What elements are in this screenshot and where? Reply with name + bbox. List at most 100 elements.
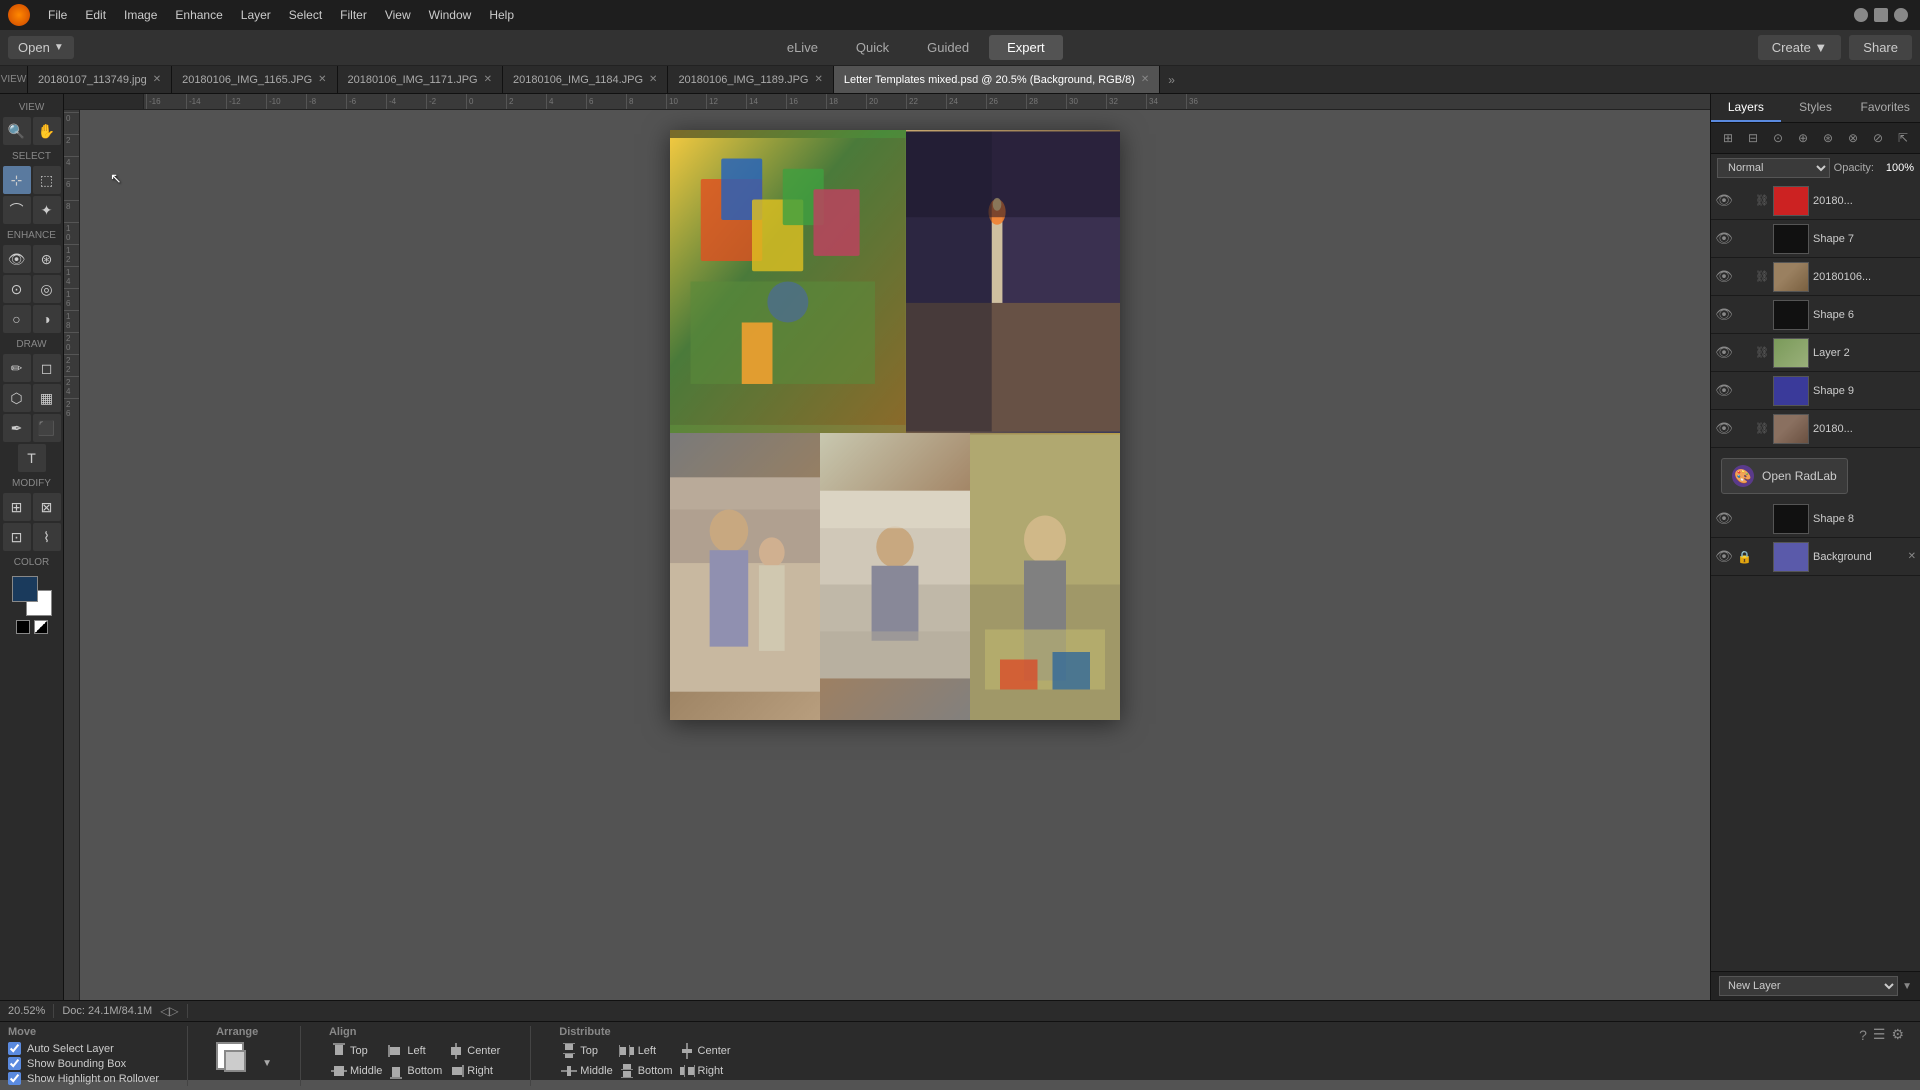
mode-elive[interactable]: eLive (769, 35, 836, 60)
tab-0-close[interactable]: ✕ (153, 74, 161, 85)
minimize-btn[interactable] (1854, 8, 1868, 22)
paint-bucket-tool[interactable]: ⬡ (3, 384, 31, 412)
tab-favorites[interactable]: Favorites (1850, 94, 1920, 122)
tab-0[interactable]: 20180107_113749.jpg ✕ (28, 66, 172, 94)
layer-3-visibility-icon[interactable]: 👁 (1715, 306, 1733, 323)
layer-item-8[interactable]: 👁 🔒 Background ✕ (1711, 538, 1920, 576)
blend-mode-dropdown[interactable]: Normal (1717, 158, 1830, 178)
dist-middle-btn[interactable]: Middle (559, 1062, 614, 1080)
layer-item-4[interactable]: 👁 ⛓ Layer 2 (1711, 334, 1920, 372)
layer-1-visibility-icon[interactable]: 👁 (1715, 230, 1733, 247)
crop-tool[interactable]: ⊞ (3, 493, 31, 521)
settings-icon[interactable]: ⚙ (1891, 1026, 1904, 1043)
new-layer-dropdown[interactable]: New Layer (1719, 976, 1898, 996)
mode-quick[interactable]: Quick (838, 35, 907, 60)
lasso-tool[interactable]: ⌒ (3, 196, 31, 224)
menu-enhance[interactable]: Enhance (167, 4, 230, 26)
menu-help[interactable]: Help (481, 4, 522, 26)
panel-tool-6[interactable]: ⊗ (1842, 127, 1864, 149)
layer-0-visibility-icon[interactable]: 👁 (1715, 192, 1733, 209)
tab-2[interactable]: 20180106_IMG_1171.JPG ✕ (338, 66, 503, 94)
align-right-btn[interactable]: Right (446, 1062, 502, 1080)
layer-8-visibility-icon[interactable]: 👁 (1715, 548, 1733, 565)
arrange-chevron-icon[interactable]: ▼ (262, 1058, 272, 1069)
menu-edit[interactable]: Edit (77, 4, 114, 26)
menu-select[interactable]: Select (281, 4, 330, 26)
menu-window[interactable]: Window (421, 4, 480, 26)
layer-4-visibility-icon[interactable]: 👁 (1715, 344, 1733, 361)
panel-tool-4[interactable]: ⊕ (1792, 127, 1814, 149)
foreground-color-swatch[interactable] (12, 576, 38, 602)
align-center-h-btn[interactable]: Center (446, 1042, 502, 1060)
tab-5[interactable]: Letter Templates mixed.psd @ 20.5% (Back… (834, 66, 1160, 94)
gradient-tool[interactable]: ▦ (33, 384, 61, 412)
dist-center-btn[interactable]: Center (677, 1042, 733, 1060)
show-bounding-checkbox[interactable] (8, 1057, 21, 1070)
menu-image[interactable]: Image (116, 4, 165, 26)
recompose-tool[interactable]: ⊠ (33, 493, 61, 521)
tab-styles[interactable]: Styles (1781, 94, 1851, 122)
layer-item-1[interactable]: 👁 Shape 7 (1711, 220, 1920, 258)
tab-1-close[interactable]: ✕ (318, 74, 326, 85)
mode-expert[interactable]: Expert (989, 35, 1063, 60)
new-layer-chevron-icon[interactable]: ▼ (1902, 981, 1912, 992)
layer-item-5[interactable]: 👁 Shape 9 (1711, 372, 1920, 410)
panel-tool-7[interactable]: ⊘ (1867, 127, 1889, 149)
sponge-tool[interactable]: ○ (3, 305, 31, 333)
layer-item-2[interactable]: 👁 ⛓ 20180106... (1711, 258, 1920, 296)
swap-colors-icon[interactable] (34, 620, 48, 634)
dodge-tool[interactable]: ◑ (33, 305, 61, 333)
layer-item-0[interactable]: 👁 ⛓ 20180... (1711, 182, 1920, 220)
blur-tool[interactable]: ◎ (33, 275, 61, 303)
pattern-tool[interactable]: ⬛ (33, 414, 61, 442)
layer-5-visibility-icon[interactable]: 👁 (1715, 382, 1733, 399)
marquee-tool[interactable]: ⬚ (33, 166, 61, 194)
red-eye-tool[interactable]: 👁 (3, 245, 31, 273)
align-left-btn[interactable]: Left (386, 1042, 444, 1060)
layer-2-visibility-icon[interactable]: 👁 (1715, 268, 1733, 285)
menu-filter[interactable]: Filter (332, 4, 375, 26)
menu-layer[interactable]: Layer (233, 4, 279, 26)
straighten-tool[interactable]: ⌇ (33, 523, 61, 551)
tab-5-close[interactable]: ✕ (1141, 74, 1149, 85)
dist-bottom-btn[interactable]: Bottom (617, 1062, 675, 1080)
zoom-tool[interactable]: 🔍 (3, 117, 31, 145)
eraser-tool[interactable]: ◻ (33, 354, 61, 382)
layer-item-6[interactable]: 👁 ⛓ 20180... (1711, 410, 1920, 448)
create-button[interactable]: Create ▼ (1758, 35, 1842, 60)
dist-left-btn[interactable]: Left (617, 1042, 675, 1060)
share-button[interactable]: Share (1849, 35, 1912, 60)
tab-3-close[interactable]: ✕ (649, 74, 657, 85)
mode-guided[interactable]: Guided (909, 35, 987, 60)
arrange-front-icon[interactable] (224, 1050, 246, 1072)
tab-3[interactable]: 20180106_IMG_1184.JPG ✕ (503, 66, 668, 94)
layer-6-visibility-icon[interactable]: 👁 (1715, 420, 1733, 437)
smart-brush-tool[interactable]: ✒ (3, 414, 31, 442)
maximize-btn[interactable] (1874, 8, 1888, 22)
hand-tool[interactable]: ✋ (33, 117, 61, 145)
view-tab[interactable]: VIEW (0, 66, 28, 94)
transform-tool[interactable]: ⊡ (3, 523, 31, 551)
list-icon[interactable]: ☰ (1873, 1026, 1886, 1043)
heal-tool[interactable]: ⊛ (33, 245, 61, 273)
menu-file[interactable]: File (40, 4, 75, 26)
tab-4-close[interactable]: ✕ (815, 74, 823, 85)
pencil-tool[interactable]: ✏ (3, 354, 31, 382)
panel-tool-1[interactable]: ⊞ (1717, 127, 1739, 149)
tab-1[interactable]: 20180106_IMG_1165.JPG ✕ (172, 66, 337, 94)
default-colors-icon[interactable] (16, 620, 30, 634)
tab-2-close[interactable]: ✕ (484, 74, 492, 85)
panel-tool-5[interactable]: ⊛ (1817, 127, 1839, 149)
tab-4[interactable]: 20180106_IMG_1189.JPG ✕ (668, 66, 833, 94)
menu-view[interactable]: View (377, 4, 419, 26)
panel-tool-2[interactable]: ⊟ (1742, 127, 1764, 149)
panel-expand[interactable]: ⇱ (1892, 127, 1914, 149)
clone-tool[interactable]: ⊙ (3, 275, 31, 303)
align-bottom-btn[interactable]: Bottom (386, 1062, 444, 1080)
type-tool[interactable]: T (18, 444, 46, 472)
layer-7-visibility-icon[interactable]: 👁 (1715, 510, 1733, 527)
align-middle-btn[interactable]: Middle (329, 1062, 384, 1080)
close-btn[interactable] (1894, 8, 1908, 22)
layer-item-7[interactable]: 👁 Shape 8 (1711, 500, 1920, 538)
open-radlab-button[interactable]: 🎨 Open RadLab (1721, 458, 1848, 494)
